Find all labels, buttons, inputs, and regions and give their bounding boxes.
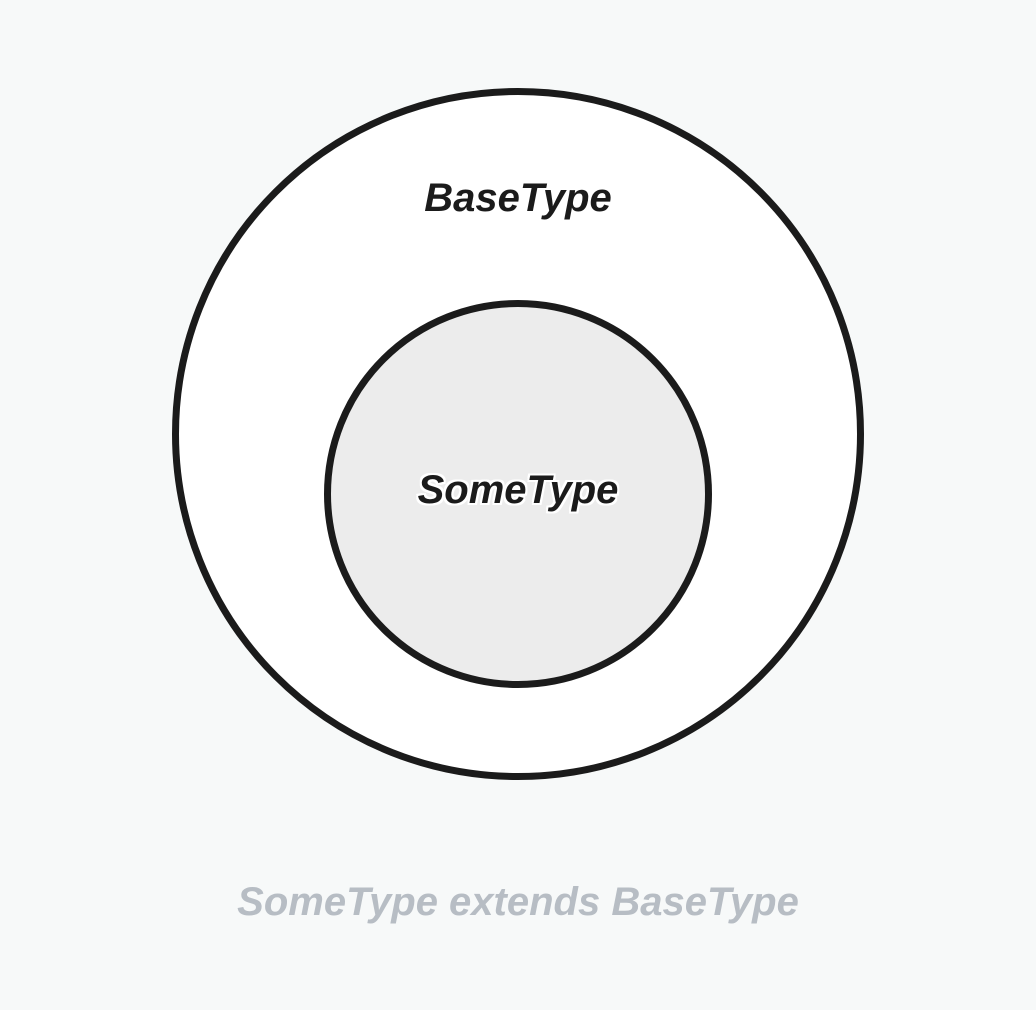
diagram-caption: SomeType extends BaseType <box>0 880 1036 925</box>
outer-circle-label: BaseType <box>0 176 1036 221</box>
inner-circle-label: SomeType <box>0 468 1036 513</box>
diagram-stage: BaseType SomeType SomeType extends BaseT… <box>0 0 1036 1010</box>
